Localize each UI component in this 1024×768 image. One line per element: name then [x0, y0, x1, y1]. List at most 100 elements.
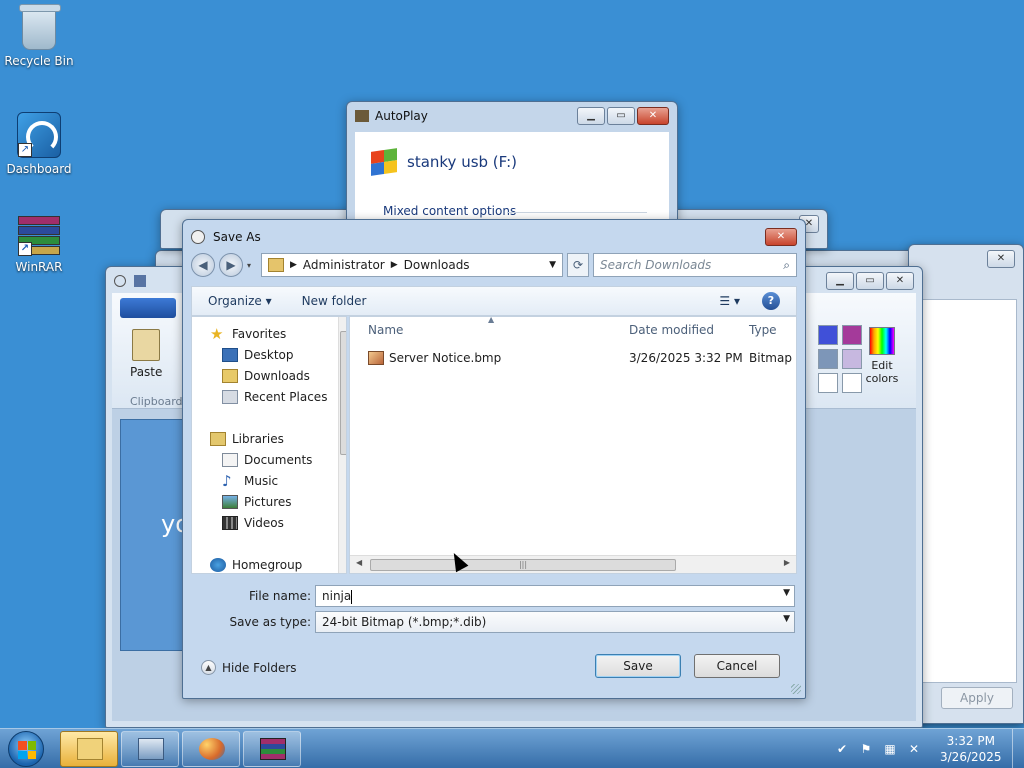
background-dialog: ✕ Apply: [908, 244, 1024, 724]
chevron-down-icon[interactable]: ▼: [783, 614, 790, 624]
refresh-button[interactable]: ⟳: [567, 253, 589, 277]
hide-folders-label: Hide Folders: [222, 660, 297, 675]
scrollbar-thumb[interactable]: [340, 331, 346, 455]
close-button[interactable]: ✕: [886, 272, 914, 290]
breadcrumb-separator-icon[interactable]: ▶: [290, 260, 297, 270]
autoplay-window-icon: [355, 110, 369, 122]
save-button[interactable]: Save: [595, 654, 681, 678]
minimize-button[interactable]: ▁: [826, 272, 854, 290]
hide-folders-button[interactable]: ▲ Hide Folders: [201, 660, 297, 675]
action-center-flag-icon[interactable]: ⚑: [858, 741, 874, 757]
minimize-button[interactable]: ▁: [577, 107, 605, 125]
start-button[interactable]: [8, 731, 44, 767]
edit-colors-button[interactable]: Edit colors: [864, 327, 900, 385]
organize-button[interactable]: Organize ▾: [208, 294, 272, 308]
nav-recent-places[interactable]: Recent Places: [222, 390, 327, 404]
nav-homegroup[interactable]: Homegroup: [210, 558, 302, 572]
address-bar[interactable]: ▶ Administrator ▶ Downloads ▼: [261, 253, 563, 277]
recent-locations-dropdown[interactable]: ▾: [247, 261, 257, 270]
back-button[interactable]: ◀: [191, 253, 215, 277]
show-desktop-button[interactable]: [1012, 729, 1024, 768]
resize-grip[interactable]: [791, 684, 801, 694]
maximize-button[interactable]: ▭: [856, 272, 884, 290]
nav-libraries[interactable]: Libraries: [210, 432, 284, 446]
taskbar-server-manager-button[interactable]: [121, 731, 179, 767]
column-type[interactable]: Type: [749, 323, 777, 337]
breadcrumb-administrator[interactable]: Administrator: [303, 258, 385, 272]
scrollbar-thumb[interactable]: |||: [370, 559, 676, 571]
color-palette[interactable]: [818, 325, 862, 393]
desktop-icon: [222, 348, 238, 362]
nav-downloads[interactable]: Downloads: [222, 369, 310, 383]
taskbar-explorer-button[interactable]: [60, 731, 118, 767]
network-icon[interactable]: ▦: [882, 741, 898, 757]
apply-button[interactable]: Apply: [941, 687, 1013, 709]
breadcrumb-separator-icon[interactable]: ▶: [391, 260, 398, 270]
file-list-scrollbar[interactable]: ◀ ||| ▶: [350, 555, 796, 573]
server-manager-icon: [138, 738, 164, 760]
address-row: ◀ ▶ ▾ ▶ Administrator ▶ Downloads ▼ ⟳ Se…: [191, 252, 797, 278]
close-button[interactable]: ✕: [637, 107, 669, 125]
taskbar-paint-button[interactable]: [182, 731, 240, 767]
desktop-icon-dashboard[interactable]: ↗ Dashboard: [1, 112, 77, 176]
close-icon[interactable]: ✕: [987, 250, 1015, 268]
folder-icon: [268, 258, 284, 272]
save-quick-icon[interactable]: [134, 275, 146, 287]
mixed-content-heading: Mixed content options: [383, 204, 517, 218]
new-folder-button[interactable]: New folder: [302, 294, 367, 308]
nav-pictures[interactable]: Pictures: [222, 495, 292, 509]
color-swatch[interactable]: [842, 373, 862, 393]
view-options-button[interactable]: ☰ ▾: [719, 294, 740, 308]
nav-scrollbar[interactable]: [338, 317, 346, 573]
column-headers: ▲ Name Date modified Type: [350, 317, 796, 341]
file-name: Server Notice.bmp: [389, 351, 502, 365]
search-input[interactable]: Search Downloads ⌕: [593, 253, 797, 277]
color-swatch[interactable]: [818, 373, 838, 393]
homegroup-icon: [210, 558, 226, 572]
volume-muted-icon[interactable]: ✕: [906, 741, 922, 757]
search-icon[interactable]: ⌕: [783, 258, 790, 273]
file-name-input[interactable]: ninja ▼: [315, 585, 795, 607]
paint-menu-button[interactable]: [120, 298, 176, 318]
desktop-icon-winrar[interactable]: ↗ WinRAR: [1, 216, 77, 274]
help-icon[interactable]: ?: [762, 292, 780, 310]
save-as-type-value: 24-bit Bitmap (*.bmp;*.dib): [322, 615, 487, 629]
forward-button[interactable]: ▶: [219, 253, 243, 277]
drive-label: stanky usb (F:): [407, 153, 518, 171]
save-as-type-select[interactable]: 24-bit Bitmap (*.bmp;*.dib) ▼: [315, 611, 795, 633]
desktop-icon-recycle-bin[interactable]: Recycle Bin: [1, 4, 77, 68]
security-shield-icon[interactable]: ✔: [834, 741, 850, 757]
color-swatch[interactable]: [818, 349, 838, 369]
color-swatch[interactable]: [818, 325, 838, 345]
paste-button[interactable]: Paste: [130, 365, 162, 379]
column-date-modified[interactable]: Date modified: [629, 323, 714, 337]
close-button[interactable]: ✕: [765, 228, 797, 246]
breadcrumb-downloads[interactable]: Downloads: [404, 258, 470, 272]
star-icon: ★: [210, 325, 224, 343]
save-as-dialog[interactable]: Save As ✕ ◀ ▶ ▾ ▶ Administrator ▶ Downlo…: [182, 219, 806, 699]
chevron-down-icon[interactable]: ▼: [783, 588, 790, 598]
recycle-bin-icon: [19, 4, 61, 50]
taskbar-winrar-button[interactable]: [243, 731, 301, 767]
clock[interactable]: 3:32 PM 3/26/2025: [940, 733, 1002, 765]
clipboard-icon[interactable]: [132, 329, 160, 361]
chevron-down-icon[interactable]: ▼: [549, 260, 556, 270]
windows-logo-icon: [18, 741, 36, 759]
desktop-icon-label: Recycle Bin: [4, 54, 74, 68]
nav-videos[interactable]: Videos: [222, 516, 284, 530]
color-swatch[interactable]: [842, 325, 862, 345]
paint-palette-icon: [199, 738, 225, 760]
column-name[interactable]: Name: [368, 323, 403, 337]
scroll-right-icon[interactable]: ▶: [784, 558, 790, 567]
nav-documents[interactable]: Documents: [222, 453, 312, 467]
nav-favorites[interactable]: ★ Favorites: [210, 325, 286, 343]
nav-desktop[interactable]: Desktop: [222, 348, 294, 362]
file-row[interactable]: Server Notice.bmp 3/26/2025 3:32 PM Bitm…: [350, 349, 796, 369]
color-swatch[interactable]: [842, 349, 862, 369]
cancel-button[interactable]: Cancel: [694, 654, 780, 678]
shortcut-arrow-icon: ↗: [18, 143, 32, 157]
maximize-button[interactable]: ▭: [607, 107, 635, 125]
scroll-left-icon[interactable]: ◀: [356, 558, 362, 567]
autoplay-window[interactable]: AutoPlay ▁ ▭ ✕ stanky usb (F:) Mixed con…: [346, 101, 678, 231]
nav-music[interactable]: ♪ Music: [222, 474, 278, 489]
